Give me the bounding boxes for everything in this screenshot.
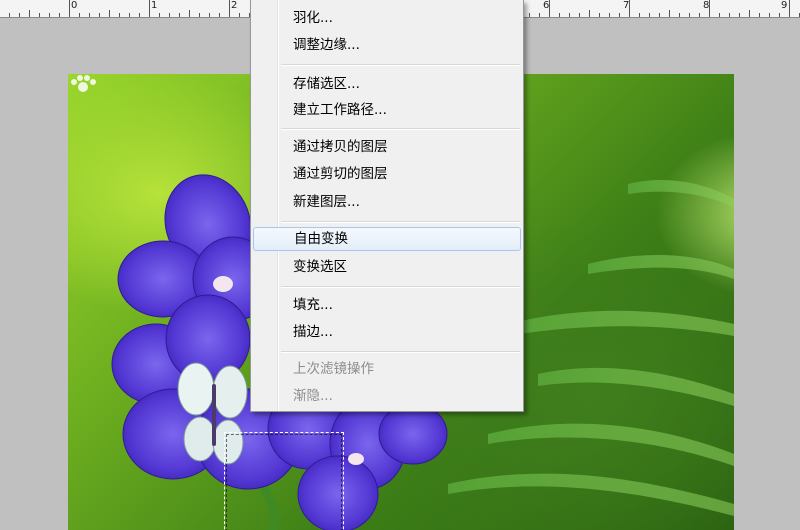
ruler-tick <box>189 10 190 17</box>
menu-item-layer-via-copy[interactable]: 通过拷贝的图层 <box>253 135 521 159</box>
menu-item-transform-selection[interactable]: 变换选区 <box>253 255 521 279</box>
ruler-tick <box>589 10 590 17</box>
ruler-label-8: 8 <box>703 0 710 11</box>
ruler-tick <box>89 13 90 17</box>
ruler-tick <box>749 10 750 17</box>
ruler-tick <box>139 13 140 17</box>
menu-separator <box>281 351 520 353</box>
ruler-tick <box>39 13 40 17</box>
ruler-label-2: 2 <box>231 0 238 11</box>
ruler-tick <box>119 13 120 17</box>
menu-item-fill[interactable]: 填充... <box>253 293 521 317</box>
ruler-tick <box>149 0 150 17</box>
ruler-tick <box>569 13 570 17</box>
ruler-tick <box>609 13 610 17</box>
ruler-tick <box>689 13 690 17</box>
ruler-tick <box>599 13 600 17</box>
marquee-selection[interactable] <box>224 432 344 530</box>
ruler-tick <box>129 13 130 17</box>
ruler-label-6: 6 <box>543 0 550 11</box>
ruler-tick <box>79 13 80 17</box>
ruler-tick <box>579 13 580 17</box>
ruler-tick <box>169 13 170 17</box>
context-menu: 羽化... 调整边缘... 存储选区... 建立工作路径... 通过拷贝的图层 … <box>250 0 524 412</box>
ruler-tick <box>789 0 790 17</box>
ruler-tick <box>659 13 660 17</box>
ruler-label-9: 9 <box>781 0 788 11</box>
ruler-tick <box>679 13 680 17</box>
menu-item-refine-edge[interactable]: 调整边缘... <box>253 33 521 57</box>
paw-watermark-icon <box>71 75 96 92</box>
ruler-tick <box>719 13 720 17</box>
ruler-tick <box>49 13 50 17</box>
ruler-label-1: 1 <box>151 0 158 11</box>
ruler-tick <box>759 13 760 17</box>
menu-item-fade: 渐隐... <box>293 388 333 404</box>
ruler-tick <box>699 13 700 17</box>
menu-item-layer-via-cut[interactable]: 通过剪切的图层 <box>253 162 521 186</box>
ruler-tick <box>9 13 10 17</box>
menu-item-free-transform[interactable]: 自由变换 <box>253 227 521 251</box>
ruler-tick <box>739 13 740 17</box>
menu-item-last-filter: 上次滤镜操作 <box>293 361 374 377</box>
ruler-tick <box>779 13 780 17</box>
ruler-tick <box>229 0 230 17</box>
menu-item-make-work-path[interactable]: 建立工作路径... <box>253 98 521 122</box>
ruler-tick <box>529 13 530 17</box>
ruler-tick <box>179 13 180 17</box>
ruler-tick <box>539 13 540 17</box>
menu-separator <box>281 286 520 288</box>
ruler-label-0: 0 <box>71 0 78 11</box>
ruler-tick <box>729 13 730 17</box>
menu-separator <box>281 221 520 223</box>
menu-item-feather[interactable]: 羽化... <box>253 6 521 30</box>
menu-item-new-layer[interactable]: 新建图层... <box>253 190 521 214</box>
ruler-tick <box>159 13 160 17</box>
ruler-tick <box>59 13 60 17</box>
ruler-tick <box>219 13 220 17</box>
ruler-tick <box>559 13 560 17</box>
ruler-tick <box>769 13 770 17</box>
ruler-tick <box>19 13 20 17</box>
ruler-tick <box>69 0 70 17</box>
menu-item-stroke[interactable]: 描边... <box>253 320 521 344</box>
ruler-tick <box>199 13 200 17</box>
ruler-tick <box>639 13 640 17</box>
ruler-tick <box>29 10 30 17</box>
menu-separator <box>281 64 520 66</box>
ruler-tick <box>209 13 210 17</box>
ruler-tick <box>239 13 240 17</box>
ruler-tick <box>649 13 650 17</box>
ruler-tick <box>619 13 620 17</box>
ruler-tick <box>99 13 100 17</box>
ruler-label-7: 7 <box>623 0 630 11</box>
ruler-tick <box>109 10 110 17</box>
menu-item-save-selection[interactable]: 存储选区... <box>253 72 521 96</box>
menu-separator <box>281 128 520 130</box>
ruler-tick <box>669 10 670 17</box>
